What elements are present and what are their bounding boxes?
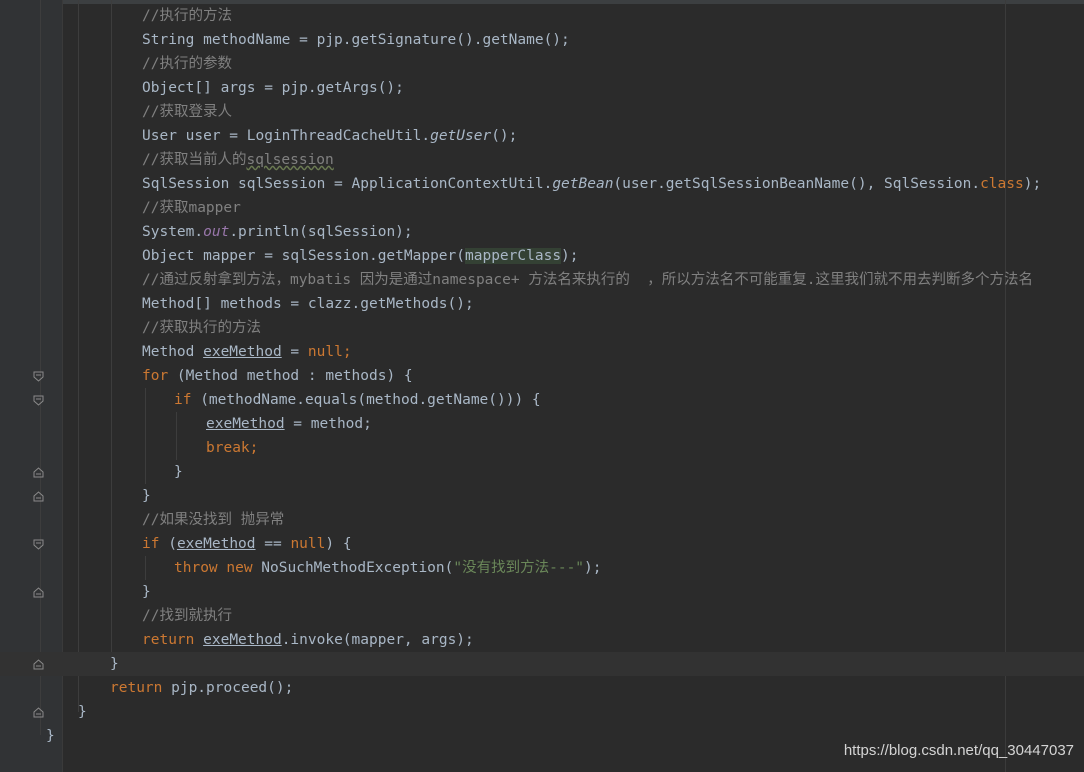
- code-text: =: [281, 344, 308, 360]
- code-line[interactable]: Method[] methods = clazz.getMethods();: [142, 292, 474, 316]
- variable-identifier: exeMethod: [203, 632, 282, 648]
- current-line-highlight: [0, 652, 1084, 676]
- highlighted-identifier: mapperClass: [465, 248, 562, 264]
- code-comment[interactable]: //执行的方法: [142, 4, 232, 28]
- code-text: Method[] methods = clazz.getMethods();: [142, 296, 474, 312]
- code-text: User user = LoginThreadCacheUtil.: [142, 128, 431, 144]
- code-comment[interactable]: //获取登录人: [142, 100, 232, 124]
- code-text: (: [159, 536, 177, 552]
- code-line[interactable]: break;: [206, 436, 258, 460]
- code-line[interactable]: for (Method method : methods) {: [142, 364, 413, 388]
- code-comment[interactable]: //如果没找到 抛异常: [142, 508, 284, 532]
- code-line[interactable]: Method exeMethod = null;: [142, 340, 352, 364]
- code-text: String methodName = pjp.getSignature().g…: [142, 32, 570, 48]
- code-text: Object mapper = sqlSession.getMapper(: [142, 248, 466, 264]
- keyword: return: [142, 632, 195, 648]
- code-line[interactable]: Object[] args = pjp.getArgs();: [142, 76, 404, 100]
- keyword: return: [110, 680, 163, 696]
- fold-end-marker-icon[interactable]: [33, 706, 44, 718]
- code-line[interactable]: }: [142, 580, 151, 604]
- code-line[interactable]: String methodName = pjp.getSignature().g…: [142, 28, 570, 52]
- code-line[interactable]: }: [142, 484, 151, 508]
- code-text: SqlSession sqlSession = ApplicationConte…: [142, 176, 553, 192]
- variable-identifier: exeMethod: [206, 416, 285, 432]
- code-text: NoSuchMethodException(: [252, 560, 454, 576]
- code-line[interactable]: return pjp.proceed();: [110, 676, 293, 700]
- keyword: null: [290, 536, 326, 552]
- code-text: (user.getSqlSessionBeanName(), SqlSessio…: [613, 176, 981, 192]
- fold-end-marker-icon[interactable]: [33, 586, 44, 598]
- code-comment[interactable]: //获取执行的方法: [142, 316, 261, 340]
- code-line[interactable]: return exeMethod.invoke(mapper, args);: [142, 628, 474, 652]
- static-method-call: getBean: [552, 176, 614, 192]
- code-line[interactable]: Object mapper = sqlSession.getMapper(map…: [142, 244, 579, 268]
- semicolon: ;: [249, 440, 259, 456]
- indent-guide: [111, 0, 112, 664]
- code-line[interactable]: }: [174, 460, 183, 484]
- code-line[interactable]: User user = LoginThreadCacheUtil.getUser…: [142, 124, 517, 148]
- code-text: (methodName.equals(method.getName())) {: [191, 392, 541, 408]
- indent-guide: [78, 0, 79, 712]
- code-text: (Method method : methods) {: [168, 368, 413, 384]
- fold-marker-icon[interactable]: [33, 538, 44, 550]
- code-text: Method: [142, 344, 204, 360]
- semicolon: ;: [342, 344, 352, 360]
- code-text: );: [1023, 176, 1042, 192]
- fold-marker-icon[interactable]: [33, 370, 44, 382]
- static-field: out: [203, 224, 230, 240]
- keyword: break: [206, 440, 250, 456]
- code-line[interactable]: }: [110, 652, 119, 676]
- static-method-call: getUser: [430, 128, 492, 144]
- code-line[interactable]: System.out.println(sqlSession);: [142, 220, 413, 244]
- indent-guide: [145, 388, 146, 484]
- code-text: ) {: [325, 536, 352, 552]
- code-text: .println(sqlSession);: [229, 224, 413, 240]
- fold-end-marker-icon[interactable]: [33, 466, 44, 478]
- fold-marker-icon[interactable]: [33, 394, 44, 406]
- code-comment[interactable]: //执行的参数: [142, 52, 232, 76]
- code-line[interactable]: throw new NoSuchMethodException("没有找到方法-…: [174, 556, 602, 580]
- code-line[interactable]: exeMethod = method;: [206, 412, 372, 436]
- watermark: https://blog.csdn.net/qq_30447037: [843, 742, 1074, 759]
- code-line[interactable]: if (methodName.equals(method.getName()))…: [174, 388, 541, 412]
- indent-guide: [40, 0, 41, 735]
- code-comment[interactable]: //获取mapper: [142, 196, 241, 220]
- fold-end-marker-icon[interactable]: [33, 658, 44, 670]
- code-text: System.: [142, 224, 204, 240]
- code-line[interactable]: if (exeMethod == null) {: [142, 532, 352, 556]
- code-line[interactable]: }: [78, 700, 87, 724]
- code-line[interactable]: }: [46, 724, 55, 748]
- code-line[interactable]: SqlSession sqlSession = ApplicationConte…: [142, 172, 1041, 196]
- code-text: ==: [255, 536, 291, 552]
- indent-guide: [176, 412, 177, 460]
- spellcheck-word: sqlsession: [246, 152, 334, 168]
- keyword: if: [142, 536, 160, 552]
- code-text: = method;: [284, 416, 372, 432]
- string-literal: "没有找到方法---": [453, 560, 585, 576]
- code-text: Object[] args = pjp.getArgs();: [142, 80, 404, 96]
- variable-identifier: exeMethod: [176, 536, 256, 552]
- code-text: pjp.proceed();: [162, 680, 294, 696]
- keyword: class: [980, 176, 1024, 192]
- variable-identifier: exeMethod: [203, 344, 282, 360]
- code-comment[interactable]: //获取当前人的sqlsession: [142, 148, 334, 172]
- code-comment[interactable]: //找到就执行: [142, 604, 232, 628]
- code-text: ();: [491, 128, 518, 144]
- code-text: .invoke(mapper, args);: [281, 632, 474, 648]
- code-text: );: [584, 560, 602, 576]
- comment-text: //获取当前人的: [142, 152, 247, 168]
- keyword: null: [307, 344, 343, 360]
- keyword: for: [142, 368, 169, 384]
- code-text: );: [561, 248, 579, 264]
- fold-end-marker-icon[interactable]: [33, 490, 44, 502]
- keyword: if: [174, 392, 192, 408]
- keyword: throw new: [174, 560, 253, 576]
- code-comment[interactable]: //通过反射拿到方法，mybatis 因为是通过namespace+ 方法名来执…: [142, 268, 1033, 292]
- indent-guide: [145, 556, 146, 580]
